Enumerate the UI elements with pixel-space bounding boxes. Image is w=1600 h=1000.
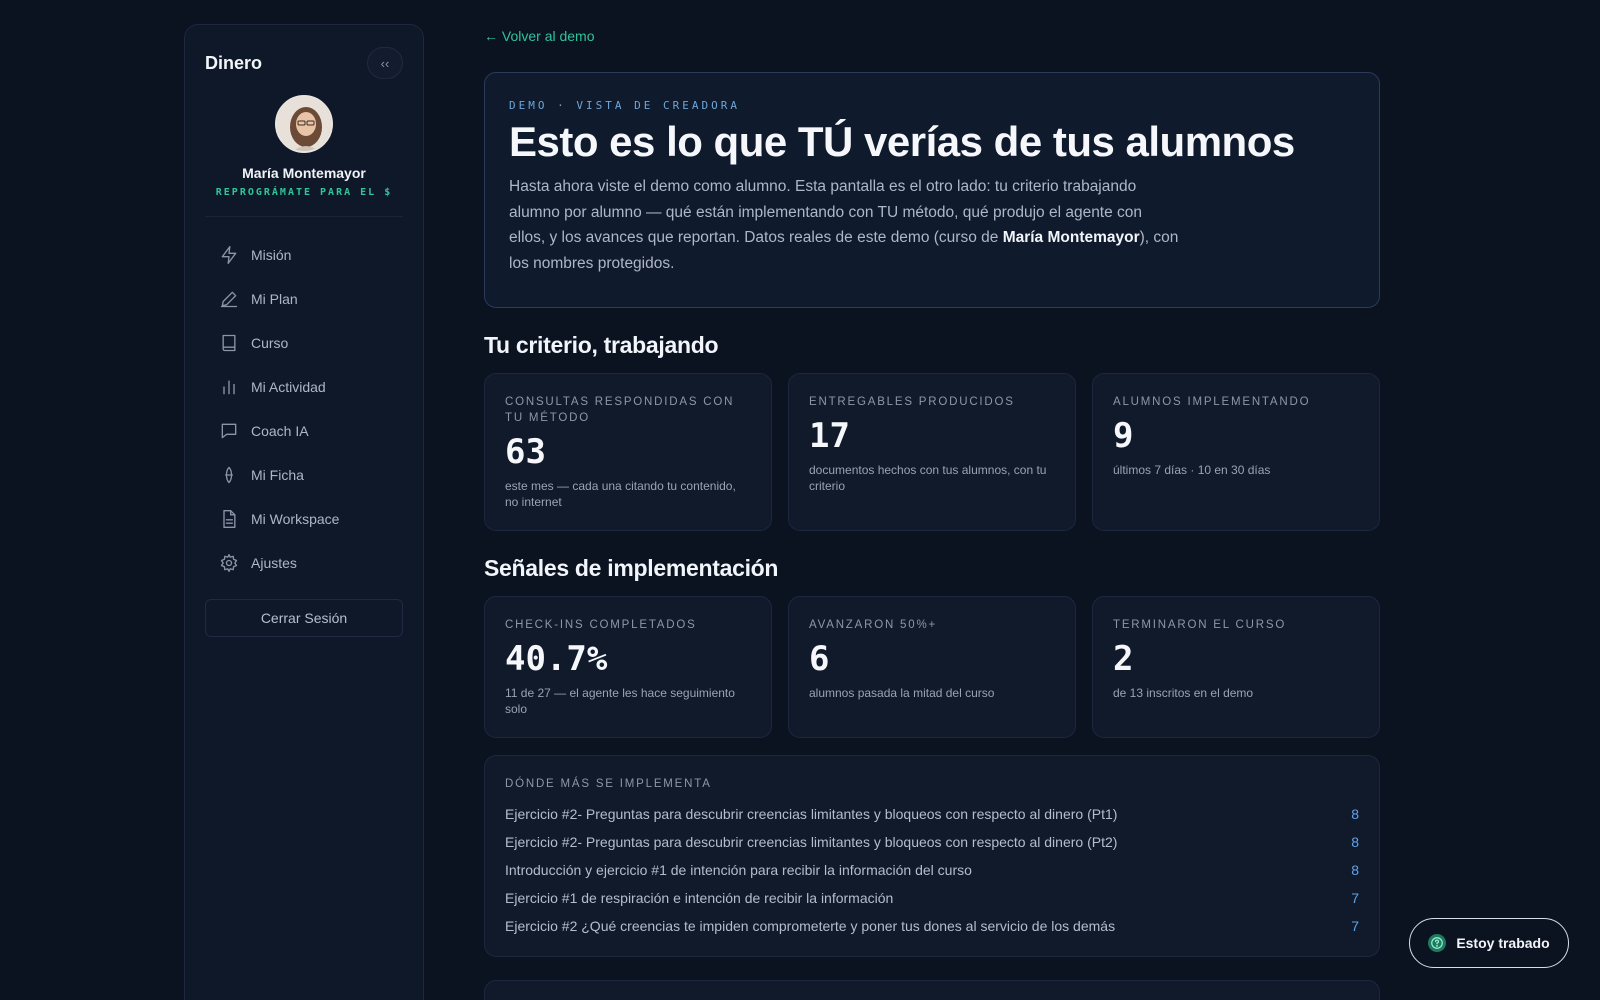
sidebar-item-curso[interactable]: Curso: [205, 321, 403, 365]
stat-card-alumnos-implementando: ALUMNOS IMPLEMENTANDO 9 últimos 7 días ·…: [1092, 373, 1380, 531]
stat-card-terminaron: TERMINARON EL CURSO 2 de 13 inscritos en…: [1092, 596, 1380, 738]
list-item[interactable]: Ejercicio #1 de respiración e intención …: [505, 884, 1359, 912]
sidebar-header: Dinero ‹‹: [205, 47, 403, 79]
sidebar-item-label: Curso: [251, 335, 289, 351]
list-item[interactable]: Ejercicio #2- Preguntas para descubrir c…: [505, 800, 1359, 828]
sidebar-item-mi-actividad[interactable]: Mi Actividad: [205, 365, 403, 409]
chat-icon: [221, 423, 237, 439]
sidebar-item-mi-ficha[interactable]: Mi Ficha: [205, 453, 403, 497]
stat-label: ALUMNOS IMPLEMENTANDO: [1113, 396, 1311, 408]
avatar: [275, 95, 333, 153]
back-to-demo-link[interactable]: ← Volver al demo: [484, 28, 595, 44]
pencil-icon: [220, 291, 238, 308]
stat-value: 40.7%: [505, 639, 608, 679]
stat-label: TERMINARON EL CURSO: [1113, 619, 1287, 631]
sidebar-item-label: Misión: [251, 247, 292, 263]
stat-subtext: de 13 inscritos en el demo: [1113, 686, 1254, 700]
list-item-count: 8: [1351, 834, 1359, 850]
stat-card-avanzaron: AVANZARON 50%+ 6 alumnos pasada la mitad…: [788, 596, 1076, 738]
hero-description: Hasta ahora viste el demo como alumno. E…: [509, 174, 1179, 276]
stat-label: AVANZARON 50%+: [809, 619, 937, 631]
list-item-label: Ejercicio #2 ¿Qué creencias te impiden c…: [505, 918, 1116, 934]
stat-value: 17: [809, 416, 850, 456]
stat-label: ENTREGABLES PRODUCIDOS: [809, 396, 1015, 408]
sidebar-item-coach-ia[interactable]: Coach IA: [205, 409, 403, 453]
logout-button[interactable]: Cerrar Sesión: [205, 599, 403, 637]
stat-value: 63: [505, 432, 546, 472]
collapse-sidebar-button[interactable]: ‹‹: [367, 47, 403, 79]
stuck-help-label: Estoy trabado: [1456, 935, 1550, 951]
gear-icon: [220, 554, 238, 572]
hero-panel: DEMO · VISTA DE CREADORA Esto es lo que …: [484, 72, 1380, 308]
stat-subtext: últimos 7 días · 10 en 30 días: [1113, 463, 1271, 477]
sidebar: Dinero ‹‹ María Montemayor REPROGRÁMATE …: [184, 24, 424, 1000]
sidebar-item-label: Mi Workspace: [251, 511, 340, 527]
sidebar-title: Dinero: [205, 52, 263, 73]
avatar-portrait-icon: [277, 97, 331, 151]
list-item-count: 8: [1351, 806, 1359, 822]
stat-card-check-ins: CHECK-INS COMPLETADOS 40.7% 11 de 27 — e…: [484, 596, 772, 738]
stat-subtext: 11 de 27 — el agente les hace seguimient…: [505, 686, 735, 716]
section-title-criterio: Tu criterio, trabajando: [484, 332, 719, 358]
sidebar-item-mi-workspace[interactable]: Mi Workspace: [205, 497, 403, 541]
list-item[interactable]: Ejercicio #2 ¿Qué creencias te impiden c…: [505, 912, 1359, 940]
sidebar-divider: [205, 216, 403, 217]
id-icon: [225, 466, 233, 484]
user-name: María Montemayor: [242, 165, 366, 181]
stuck-help-button[interactable]: Estoy trabado: [1409, 918, 1569, 968]
sidebar-item-label: Coach IA: [251, 423, 309, 439]
lightning-icon: [221, 246, 237, 264]
list-item-count: 8: [1351, 862, 1359, 878]
implementation-list-panel: DÓNDE MÁS SE IMPLEMENTA Ejercicio #2- Pr…: [484, 755, 1380, 957]
section-title-senales: Señales de implementación: [484, 555, 779, 581]
document-icon: [223, 510, 236, 528]
stat-subtext: alumnos pasada la mitad del curso: [809, 686, 995, 700]
book-icon: [222, 334, 236, 352]
stat-subtext: documentos hechos con tus alumnos, con t…: [809, 463, 1047, 493]
implementation-list-title: DÓNDE MÁS SE IMPLEMENTA: [505, 778, 712, 790]
sidebar-item-label: Mi Ficha: [251, 467, 304, 483]
help-circle-icon: [1428, 934, 1447, 952]
user-tagline: REPROGRÁMATE PARA EL $: [215, 187, 393, 198]
stat-value: 9: [1113, 416, 1134, 456]
stat-card-entregables: ENTREGABLES PRODUCIDOS 17 documentos hec…: [788, 373, 1076, 531]
list-item-label: Ejercicio #2- Preguntas para descubrir c…: [505, 806, 1118, 822]
stat-label: CONSULTAS RESPONDIDAS CON TU MÉTODO: [505, 396, 735, 424]
stat-subtext: este mes — cada una citando tu contenido…: [505, 479, 736, 509]
stat-label: CHECK-INS COMPLETADOS: [505, 619, 697, 631]
stat-card-consultas: CONSULTAS RESPONDIDAS CON TU MÉTODO 63 e…: [484, 373, 772, 531]
hero-eyebrow: DEMO · VISTA DE CREADORA: [509, 99, 740, 112]
next-panel-partial: [484, 980, 1380, 1000]
list-item-label: Introducción y ejercicio #1 de intención…: [505, 862, 972, 878]
list-item-count: 7: [1351, 890, 1359, 906]
stat-value: 6: [809, 639, 830, 679]
double-chevron-left-icon: ‹‹: [380, 55, 390, 71]
list-item-label: Ejercicio #1 de respiración e intención …: [505, 890, 894, 906]
bar-chart-icon: [223, 380, 235, 395]
sidebar-item-mi-plan[interactable]: Mi Plan: [205, 277, 403, 321]
list-item-count: 7: [1351, 918, 1359, 934]
sidebar-item-label: Mi Plan: [251, 291, 298, 307]
creator-name: María Montemayor: [1002, 229, 1140, 246]
page-title: Esto es lo que TÚ verías de tus alumnos: [509, 118, 1295, 165]
sidebar-item-label: Mi Actividad: [251, 379, 326, 395]
sidebar-item-mision[interactable]: Misión: [205, 233, 403, 277]
sidebar-nav: Misión Mi Plan Curso Mi Actividad Coach …: [205, 233, 403, 585]
list-item[interactable]: Introducción y ejercicio #1 de intención…: [505, 856, 1359, 884]
list-item-label: Ejercicio #2- Preguntas para descubrir c…: [505, 834, 1118, 850]
sidebar-item-label: Ajustes: [251, 555, 297, 571]
stat-value: 2: [1113, 639, 1134, 679]
list-item[interactable]: Ejercicio #2- Preguntas para descubrir c…: [505, 828, 1359, 856]
sidebar-item-ajustes[interactable]: Ajustes: [205, 541, 403, 585]
